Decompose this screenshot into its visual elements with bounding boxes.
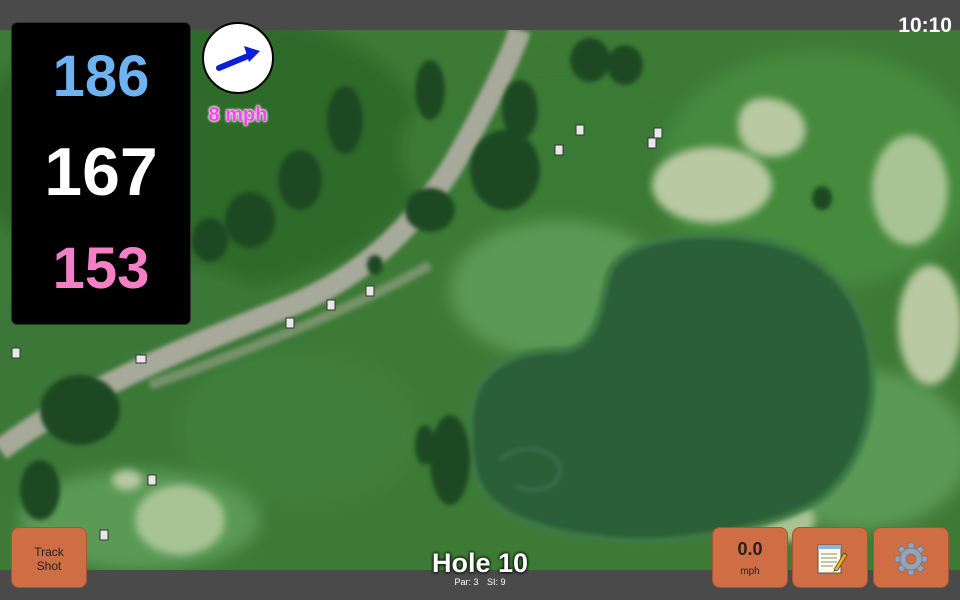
speed-unit: mph bbox=[740, 566, 760, 577]
hole-stroke-index: SI: 9 bbox=[487, 577, 506, 587]
distance-panel[interactable]: 186 167 153 bbox=[11, 22, 191, 325]
notes-button[interactable] bbox=[792, 527, 868, 588]
wind-speed: 8 mph bbox=[208, 104, 268, 126]
gear-icon bbox=[894, 542, 928, 576]
track-shot-label-line1: Track bbox=[34, 545, 64, 559]
speed-button[interactable]: 0.0 mph bbox=[712, 527, 788, 588]
clock-time: 10:10 bbox=[898, 14, 952, 37]
hole-par: Par: 3 bbox=[454, 577, 479, 587]
hole-title: Hole 10 bbox=[431, 548, 529, 578]
distance-back: 186 bbox=[52, 44, 150, 109]
settings-button[interactable] bbox=[873, 527, 949, 588]
distance-front: 153 bbox=[52, 236, 150, 301]
distance-center: 167 bbox=[44, 134, 158, 210]
wind-arrow-icon bbox=[216, 46, 260, 71]
track-shot-label-line2: Shot bbox=[36, 559, 62, 573]
speed-value: 0.0 bbox=[737, 539, 763, 559]
notepad-icon bbox=[817, 544, 848, 574]
hole-info: Par: 3 SI: 9 bbox=[380, 577, 580, 587]
track-shot-button[interactable]: Track Shot bbox=[11, 527, 87, 588]
wind-direction-dial bbox=[202, 22, 274, 94]
